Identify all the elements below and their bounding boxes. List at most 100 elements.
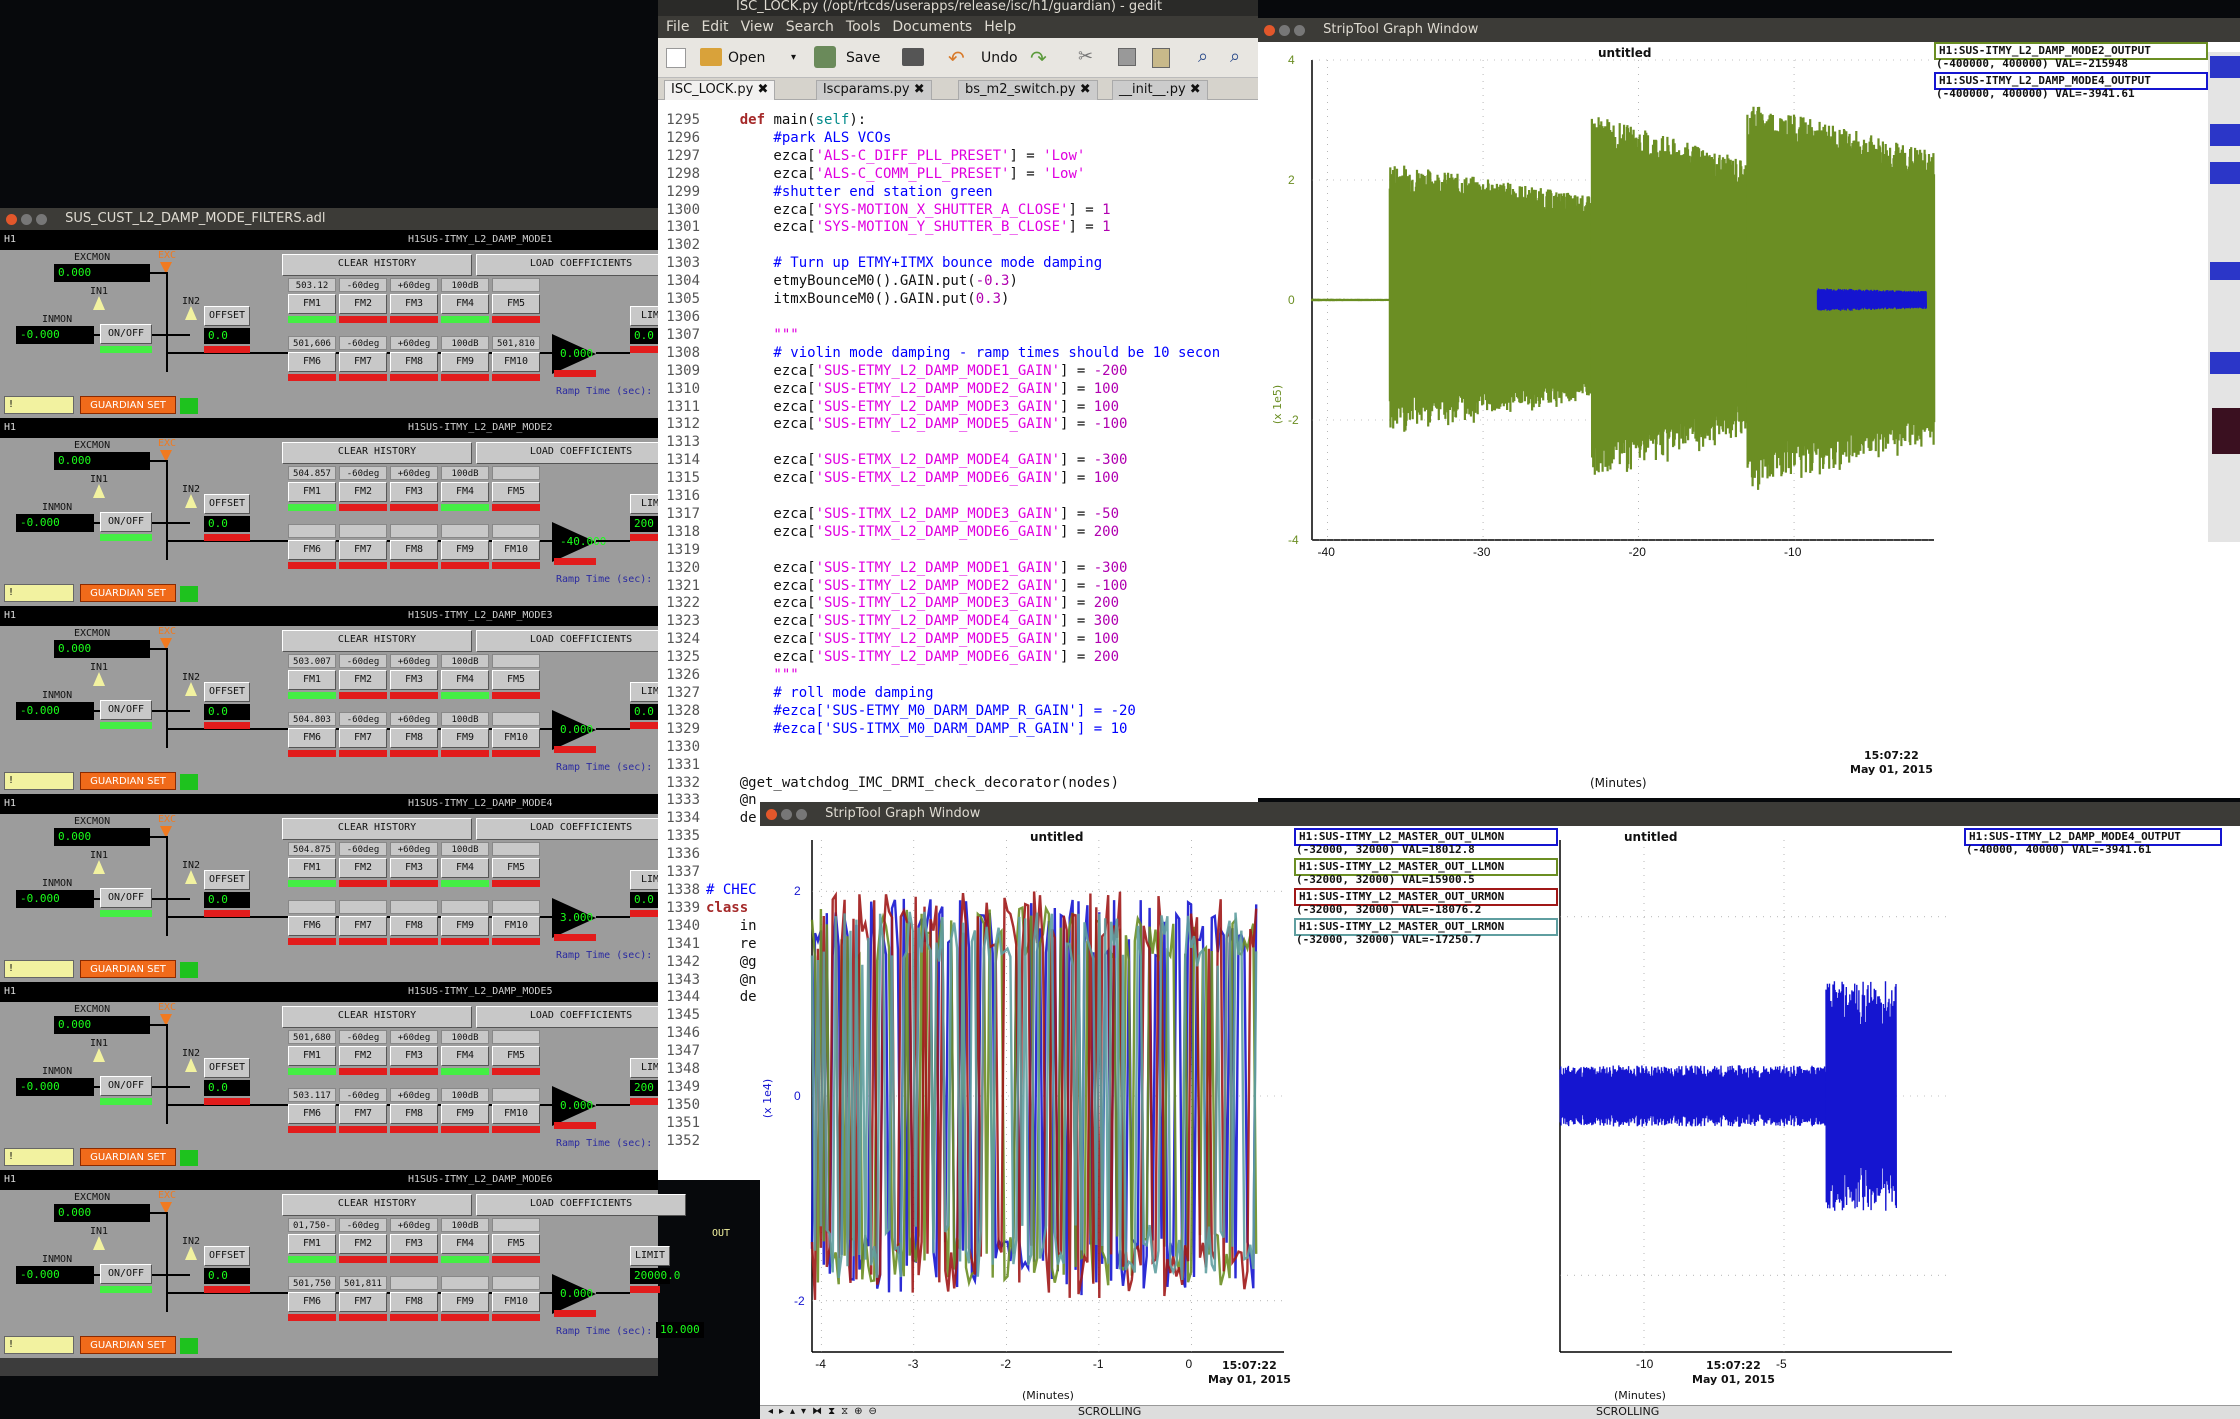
close-icon[interactable] [6,213,17,225]
alarm-field[interactable]: ! [4,584,74,602]
offset-button[interactable]: OFFSET [204,870,250,890]
filter-module-button[interactable]: FM8 [390,916,438,936]
filter-module-button[interactable]: FM1 [288,670,336,690]
guardian-set-button[interactable]: GUARDIAN SET [80,584,176,602]
medm-titlebar[interactable]: SUS_CUST_L2_DAMP_MODE_FILTERS.adl [0,208,658,230]
filter-module-button[interactable]: FM5 [492,670,540,690]
filter-module-button[interactable]: FM6 [288,728,336,748]
filter-module-button[interactable]: FM8 [390,1104,438,1124]
load-coefficients-button[interactable]: LOAD COEFFICIENTS [476,442,686,464]
maximize-icon[interactable] [1294,24,1305,36]
filter-module-button[interactable]: FM5 [492,858,540,878]
open-folder-icon[interactable] [700,48,722,66]
load-coefficients-button[interactable]: LOAD COEFFICIENTS [476,254,686,276]
filter-module-button[interactable]: FM10 [492,728,540,748]
filter-module-button[interactable]: FM9 [441,540,489,560]
filter-module-button[interactable]: FM5 [492,482,540,502]
editor-tab[interactable]: __init__.py ✖ [1112,80,1208,100]
new-file-icon[interactable] [666,48,686,68]
paste-icon[interactable] [1152,48,1170,68]
filter-module-button[interactable]: FM6 [288,1292,336,1312]
editor-tab[interactable]: ISC_LOCK.py ✖ [664,80,776,100]
filter-module-button[interactable]: FM7 [339,1104,387,1124]
alarm-field[interactable]: ! [4,960,74,978]
find-icon[interactable]: ⌕ [1198,46,1208,67]
on-off-button[interactable]: ON/OFF [100,512,152,532]
close-icon[interactable] [1264,24,1275,36]
clear-history-button[interactable]: CLEAR HISTORY [282,1006,472,1028]
filter-module-button[interactable]: FM8 [390,1292,438,1312]
ramp-time-value[interactable]: 10.000 [656,1322,704,1338]
guardian-set-button[interactable]: GUARDIAN SET [80,960,176,978]
load-coefficients-button[interactable]: LOAD COEFFICIENTS [476,1006,686,1028]
cut-icon[interactable]: ✂ [1078,46,1093,67]
filter-module-button[interactable]: FM7 [339,352,387,372]
filter-module-button[interactable]: FM3 [390,482,438,502]
filter-module-button[interactable]: FM10 [492,540,540,560]
alarm-field[interactable]: ! [4,772,74,790]
replace-icon[interactable]: ⌕ [1230,46,1240,67]
copy-icon[interactable] [1118,48,1136,66]
clear-history-button[interactable]: CLEAR HISTORY [282,442,472,464]
filter-module-button[interactable]: FM9 [441,352,489,372]
alarm-field[interactable]: ! [4,1148,74,1166]
redo-icon[interactable]: ↷ [1030,46,1047,70]
alarm-field[interactable]: ! [4,1336,74,1354]
filter-module-button[interactable]: FM6 [288,1104,336,1124]
filter-module-button[interactable]: FM6 [288,916,336,936]
minimize-icon[interactable] [781,808,792,820]
filter-module-button[interactable]: FM4 [441,1234,489,1254]
filter-module-button[interactable]: FM8 [390,540,438,560]
clear-history-button[interactable]: CLEAR HISTORY [282,818,472,840]
filter-module-button[interactable]: FM5 [492,1234,540,1254]
on-off-button[interactable]: ON/OFF [100,888,152,908]
load-coefficients-button[interactable]: LOAD COEFFICIENTS [476,818,686,840]
filter-module-button[interactable]: FM4 [441,670,489,690]
filter-module-button[interactable]: FM3 [390,1234,438,1254]
offset-button[interactable]: OFFSET [204,1246,250,1266]
editor-tab[interactable]: lscparams.py ✖ [816,80,932,100]
filter-module-button[interactable]: FM2 [339,1046,387,1066]
filter-module-button[interactable]: FM4 [441,294,489,314]
offset-button[interactable]: OFFSET [204,1058,250,1078]
open-button[interactable]: Open [728,50,765,66]
filter-module-button[interactable]: FM3 [390,1046,438,1066]
filter-module-button[interactable]: FM3 [390,670,438,690]
close-icon[interactable] [766,808,777,820]
maximize-icon[interactable] [796,808,807,820]
filter-module-button[interactable]: FM7 [339,540,387,560]
filter-module-button[interactable]: FM1 [288,1046,336,1066]
tab-close-icon[interactable]: ✖ [1080,82,1091,97]
filter-module-button[interactable]: FM7 [339,916,387,936]
filter-module-button[interactable]: FM9 [441,1292,489,1312]
editor-tab[interactable]: bs_m2_switch.py ✖ [958,80,1098,100]
offset-button[interactable]: OFFSET [204,306,250,326]
offset-button[interactable]: OFFSET [204,682,250,702]
filter-module-button[interactable]: FM1 [288,294,336,314]
clear-history-button[interactable]: CLEAR HISTORY [282,630,472,652]
tab-close-icon[interactable]: ✖ [758,82,769,97]
guardian-set-button[interactable]: GUARDIAN SET [80,1336,176,1354]
filter-module-button[interactable]: FM9 [441,728,489,748]
filter-module-button[interactable]: FM10 [492,352,540,372]
filter-module-button[interactable]: FM4 [441,482,489,502]
minimize-icon[interactable] [21,213,32,225]
tab-close-icon[interactable]: ✖ [1190,82,1201,97]
filter-module-button[interactable]: FM8 [390,352,438,372]
filter-module-button[interactable]: FM9 [441,1104,489,1124]
menu-documents[interactable]: Documents [892,19,972,35]
on-off-button[interactable]: ON/OFF [100,324,152,344]
guardian-set-button[interactable]: GUARDIAN SET [80,1148,176,1166]
on-off-button[interactable]: ON/OFF [100,700,152,720]
filter-module-button[interactable]: FM6 [288,352,336,372]
minimize-icon[interactable] [1279,24,1290,36]
filter-module-button[interactable]: FM9 [441,916,489,936]
filter-module-button[interactable]: FM2 [339,670,387,690]
filter-module-button[interactable]: FM7 [339,1292,387,1312]
filter-module-button[interactable]: FM10 [492,916,540,936]
filter-module-button[interactable]: FM4 [441,858,489,878]
print-icon[interactable] [902,48,924,66]
clear-history-button[interactable]: CLEAR HISTORY [282,254,472,276]
filter-module-button[interactable]: FM3 [390,858,438,878]
guardian-set-button[interactable]: GUARDIAN SET [80,772,176,790]
